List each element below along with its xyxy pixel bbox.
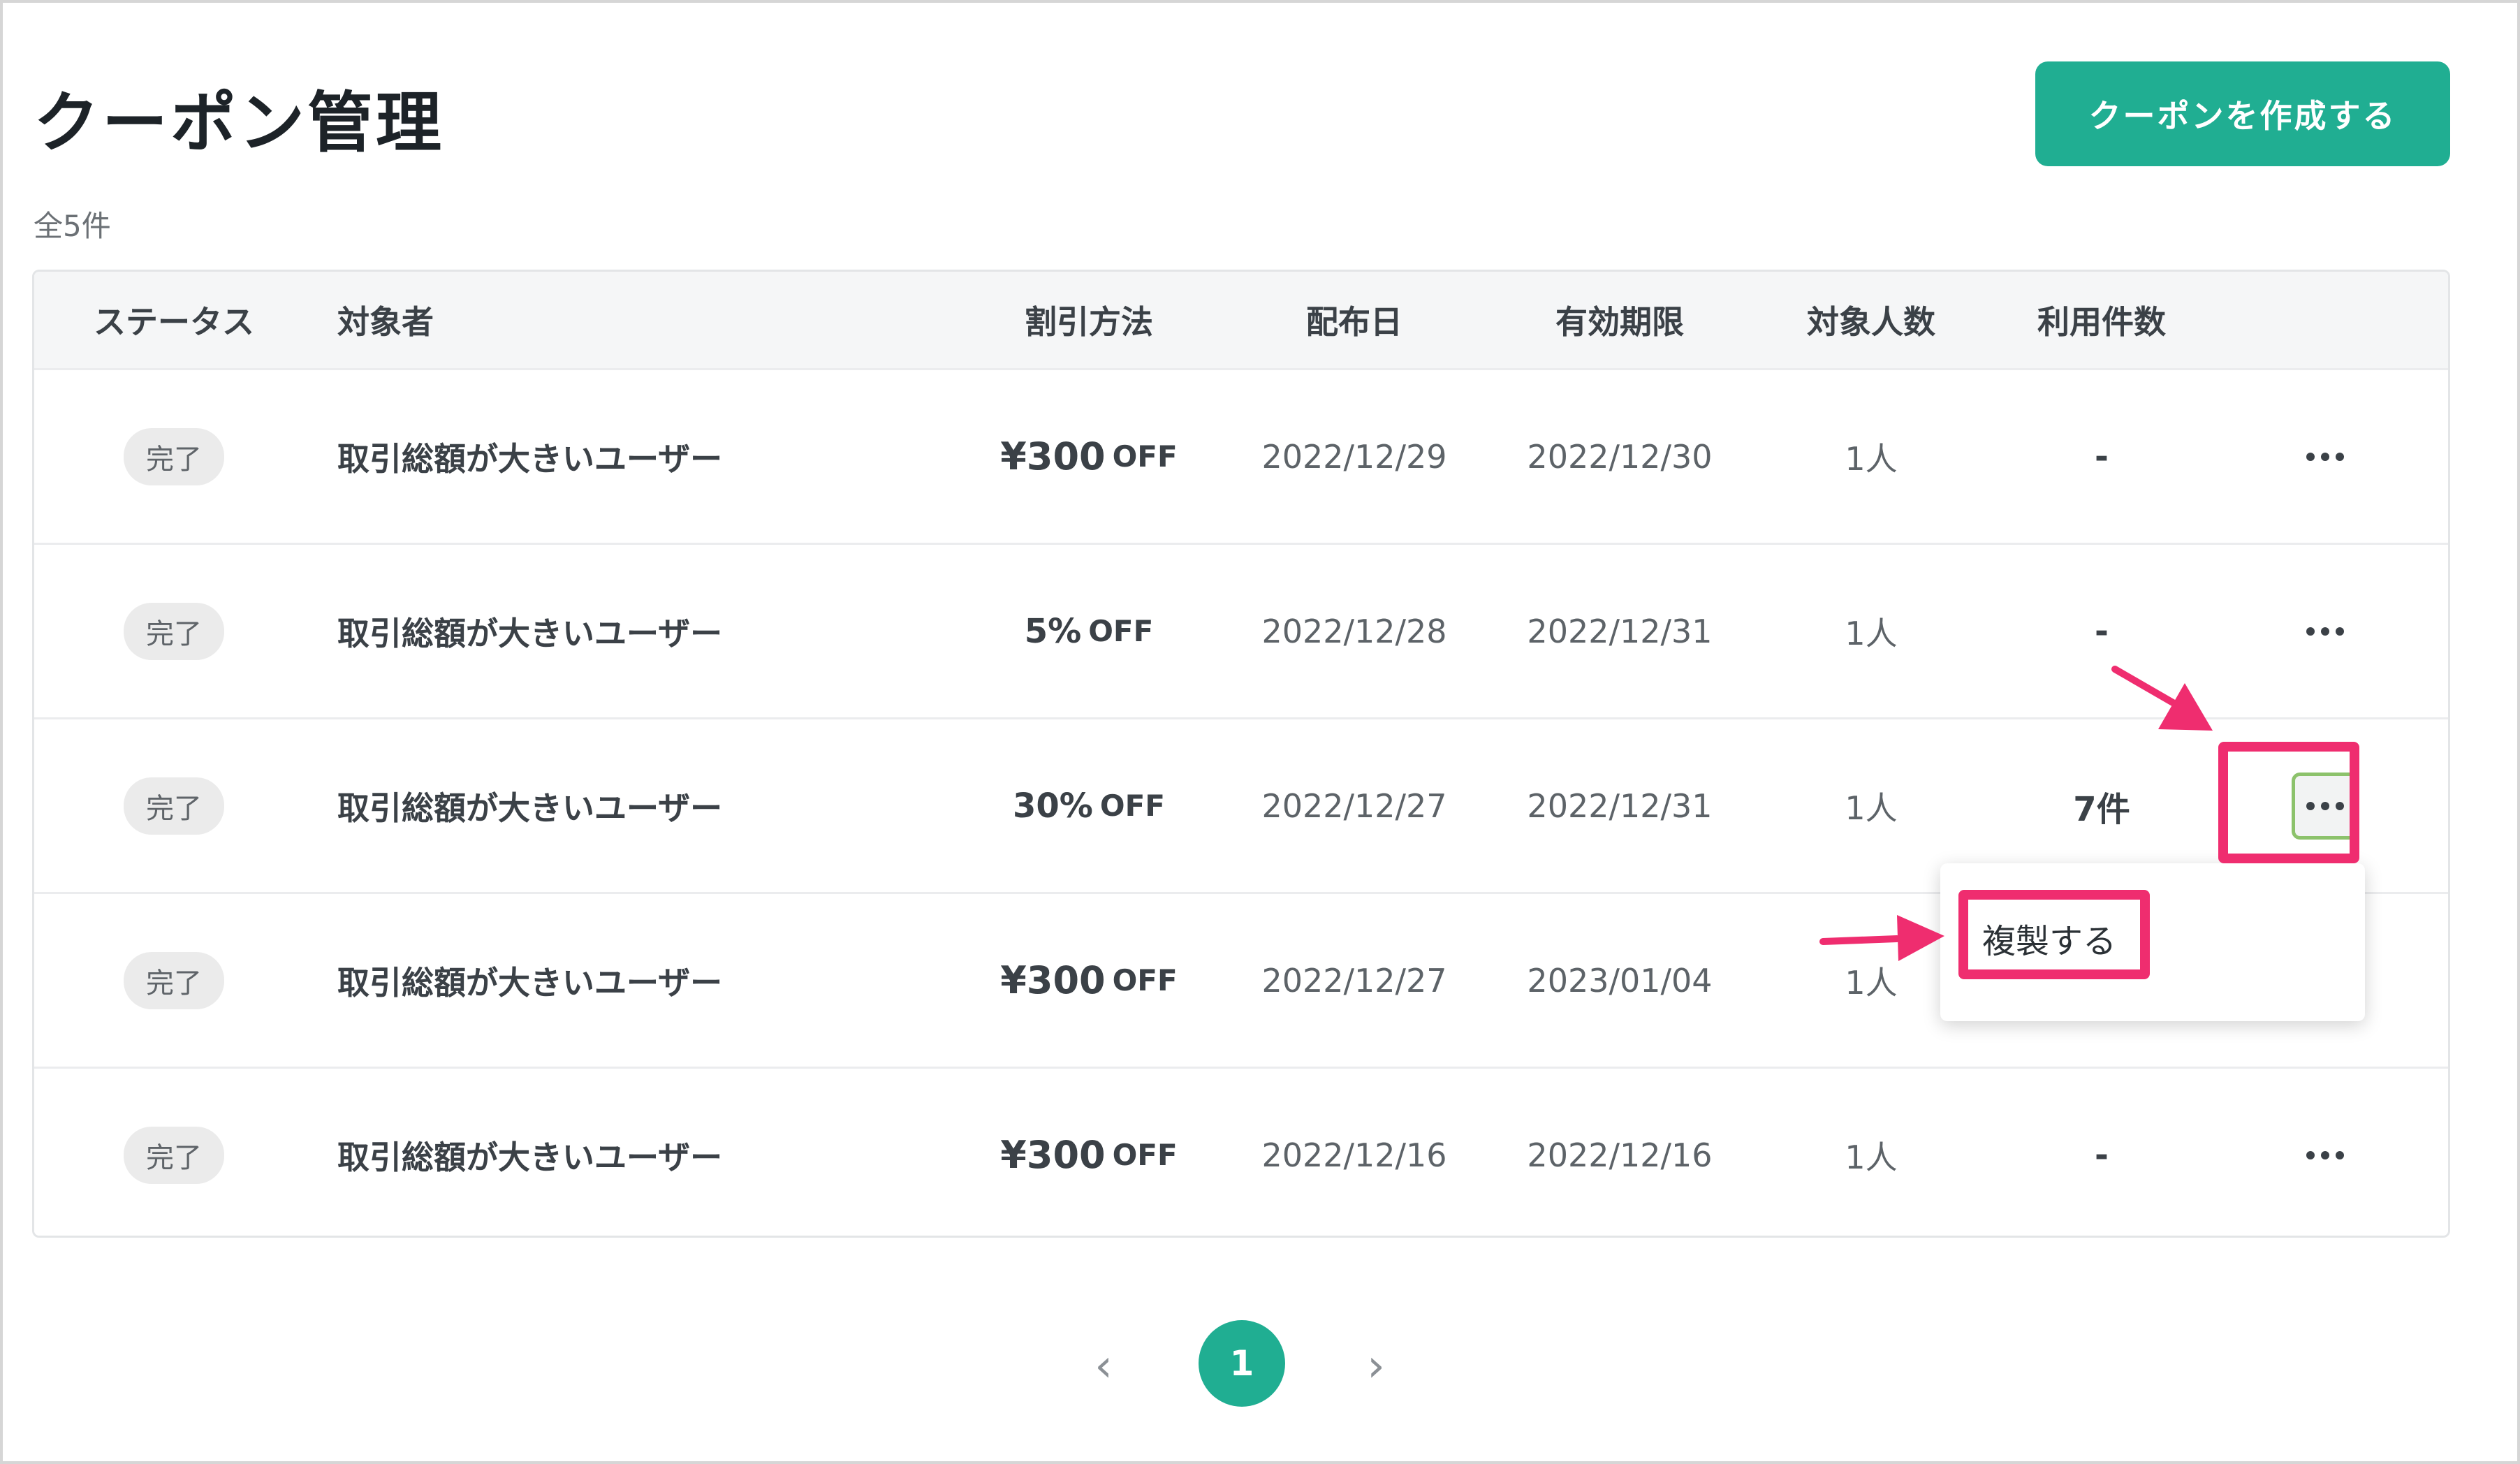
page-current[interactable]: 1	[1199, 1320, 1285, 1407]
arrow-icon	[2111, 666, 2213, 731]
chevron-left-icon[interactable]: ‹	[1076, 1338, 1131, 1394]
arrow-icon	[1819, 915, 1944, 961]
annotation-arrows	[1819, 666, 2213, 961]
pagination: ‹ 1 ›	[0, 1320, 2520, 1411]
chevron-right-icon[interactable]: ›	[1348, 1338, 1404, 1394]
